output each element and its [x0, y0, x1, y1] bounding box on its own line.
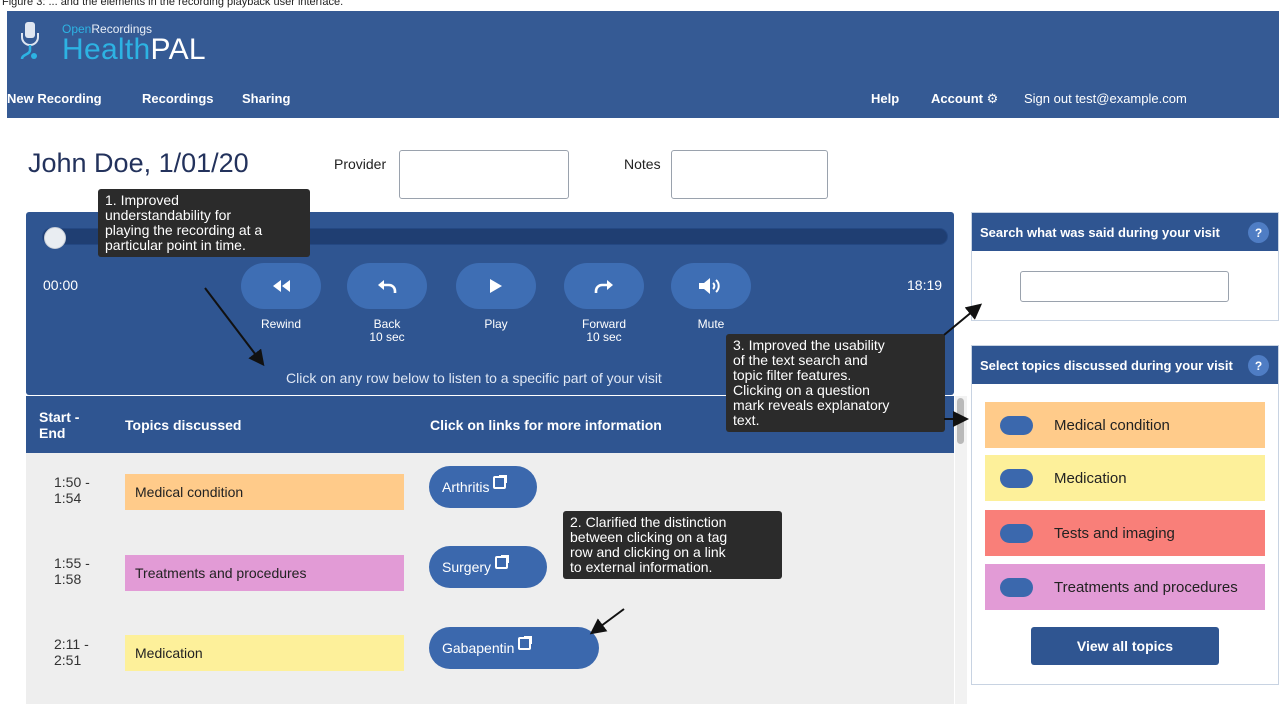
play-button[interactable]	[456, 263, 536, 309]
external-link-button[interactable]: Surgery	[429, 546, 547, 588]
annotation-callout-1: 1. Improved understandability for playing …	[98, 189, 310, 257]
player-hint: Click on any row below to listen to a sp…	[286, 370, 662, 386]
microphone-logo-icon	[20, 22, 39, 60]
table-row-topic-tag[interactable]: Medical condition	[125, 474, 404, 510]
nav-recordings[interactable]: Recordings	[142, 91, 214, 107]
help-question-icon[interactable]: ?	[1248, 222, 1269, 243]
total-time: 18:19	[907, 277, 943, 293]
nav-sign-out[interactable]: Sign out test@example.com	[1024, 91, 1187, 107]
toggle-switch[interactable]	[1000, 523, 1033, 543]
table-scrollbar-thumb[interactable]	[957, 398, 964, 444]
external-link-icon	[518, 635, 533, 650]
header-start-end: Start - End	[39, 409, 80, 441]
row-time[interactable]: 2:11 -2:51	[54, 636, 89, 668]
notes-label: Notes	[624, 156, 661, 172]
external-link-icon	[495, 554, 510, 569]
row-time[interactable]: 1:55 -1:58	[54, 555, 90, 587]
toggle-switch[interactable]	[1000, 415, 1033, 435]
figure-caption: Figure 3: ... and the elements in the re…	[2, 0, 344, 8]
toggle-switch[interactable]	[1000, 468, 1033, 488]
play-label: Play	[484, 317, 508, 331]
playback-scrubber-handle[interactable]	[44, 227, 66, 249]
table-row-topic-tag[interactable]: Treatments and procedures	[125, 555, 404, 591]
nav-new-recording[interactable]: New Recording	[7, 91, 102, 107]
forward-label: Forward 10 sec	[581, 317, 626, 344]
external-link-button[interactable]: Arthritis	[429, 466, 537, 508]
mute-button[interactable]	[671, 263, 751, 309]
app-header: OpenRecordings HealthPAL New Recording R…	[7, 11, 1279, 118]
nav-sharing[interactable]: Sharing	[242, 91, 290, 107]
provider-field[interactable]	[399, 150, 569, 199]
toggle-switch[interactable]	[1000, 577, 1033, 597]
header-links: Click on links for more information	[430, 417, 662, 433]
external-link-button[interactable]: Gabapentin	[429, 627, 599, 669]
play-icon	[490, 279, 502, 293]
nav-account[interactable]: Account ⚙	[931, 91, 998, 107]
external-link-icon	[493, 474, 508, 489]
patient-name: John Doe, 1/01/20	[28, 148, 249, 178]
forward-10-button[interactable]	[564, 263, 644, 309]
rewind-icon	[273, 280, 290, 292]
view-all-topics-button[interactable]: View all topics	[1031, 627, 1219, 665]
transcript-search-input[interactable]	[1020, 271, 1229, 302]
topic-filter-medication[interactable]: Medication	[985, 455, 1265, 501]
rewind-button[interactable]	[241, 263, 321, 309]
nav-help[interactable]: Help	[871, 91, 899, 107]
brand-title: HealthPAL	[62, 33, 206, 66]
undo-arrow-icon	[378, 280, 397, 293]
topic-filter-tests-and-imaging[interactable]: Tests and imaging	[985, 510, 1265, 556]
current-time: 00:00	[43, 277, 79, 293]
search-panel: Search what was said during your visit ?	[971, 212, 1279, 321]
speaker-icon	[699, 278, 720, 294]
annotation-callout-3: 3. Improved the usability of the text sea…	[726, 334, 945, 432]
help-question-icon[interactable]: ?	[1248, 355, 1269, 376]
table-row-topic-tag[interactable]: Medication	[125, 635, 404, 671]
mute-label: Mute	[697, 317, 725, 331]
notes-field[interactable]	[671, 150, 828, 199]
search-panel-title: Search what was said during your visit ?	[972, 213, 1278, 251]
topics-panel-title: Select topics discussed during your visi…	[972, 346, 1278, 384]
redo-arrow-icon	[594, 280, 613, 293]
header-topics: Topics discussed	[125, 417, 242, 433]
back-10-button[interactable]	[347, 263, 427, 309]
row-time[interactable]: 1:50 -1:54	[54, 474, 90, 506]
annotation-callout-2: 2. Clarified the distinction between clic…	[563, 511, 782, 579]
back-label: Back 10 sec	[369, 317, 405, 344]
provider-label: Provider	[334, 156, 387, 172]
topic-filter-treatments-and-procedures[interactable]: Treatments and procedures	[985, 564, 1265, 610]
rewind-label: Rewind	[260, 317, 302, 331]
topic-filter-medical-condition[interactable]: Medical condition	[985, 402, 1265, 448]
gear-icon: ⚙	[986, 91, 999, 106]
